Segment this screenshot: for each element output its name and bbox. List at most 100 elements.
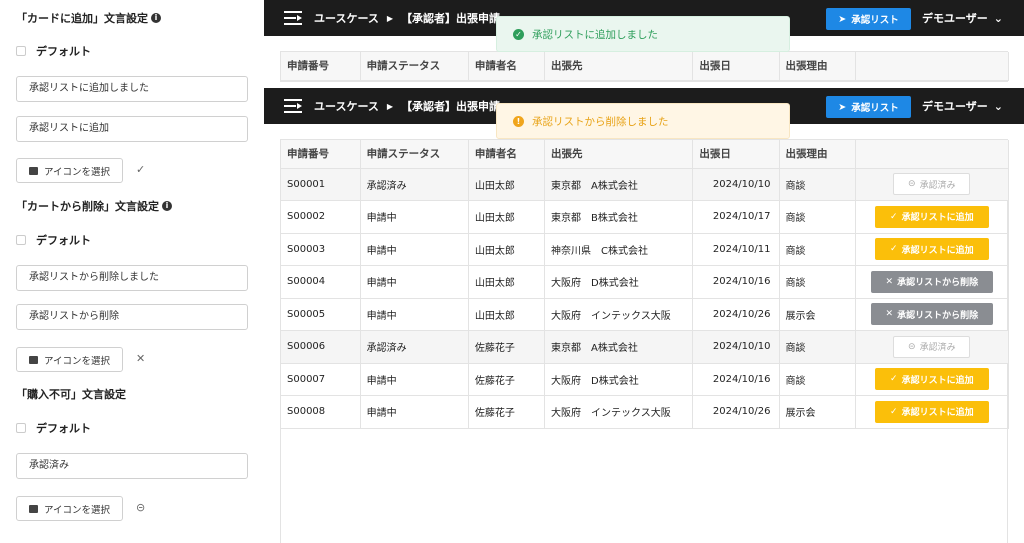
date-cell: 2024/10/26	[692, 298, 780, 331]
date-cell: 2024/10/10	[692, 168, 780, 201]
column-header: 出張理由	[779, 52, 856, 81]
add-to-list-button[interactable]: ✓ 承認リストに追加	[874, 238, 989, 261]
applicant-cell: 山田太郎	[468, 233, 546, 266]
info-icon[interactable]: i	[151, 13, 161, 23]
action-cell: ✓ 承認リストに追加	[855, 233, 1010, 266]
applicant-cell: 佐藤花子	[468, 330, 546, 364]
preview-panel-main: ユースケース ▶ 【承認者】出張申請 ➤ 承認リスト デモユーザー ⌄ 申請番号申請…	[264, 88, 1024, 543]
action-cell: ⊝ 承認済み	[855, 330, 1010, 364]
breadcrumb-current: 【承認者】出張申請	[401, 12, 501, 25]
destination-cell: 東京都 A株式会社	[544, 330, 694, 364]
table-row: S00005 申請中 山田太郎 大阪府 インテックス大阪 2024/10/26 展示会 ✕ 承…	[281, 298, 1010, 331]
info-icon[interactable]: i	[162, 201, 172, 211]
user-menu[interactable]: デモユーザー ⌄	[922, 88, 1003, 124]
reason-cell: 商談	[779, 233, 856, 266]
action-cell: ✕ 承認リストから削除	[855, 265, 1010, 299]
checkbox-icon[interactable]	[16, 423, 26, 433]
section-title-add: 「カードに追加」文言設定 i	[16, 10, 161, 26]
checkbox-icon[interactable]	[16, 46, 26, 56]
menu-icon[interactable]	[284, 11, 302, 25]
add-to-list-button[interactable]: ✓ 承認リストに追加	[874, 400, 989, 423]
image-icon	[28, 166, 38, 175]
column-header: 出張日	[692, 52, 780, 81]
section-title-text: 「カードに追加」文言設定	[16, 12, 148, 25]
approve-list-button[interactable]: ➤ 承認リスト	[826, 96, 911, 118]
approve-list-label: 承認リスト	[851, 15, 899, 26]
caret-right-icon: ▶	[386, 13, 394, 23]
select-icon-label: アイコンを選択	[43, 504, 111, 516]
request-id-cell: S00002	[281, 200, 361, 234]
minus-circle-icon: ⊝	[908, 341, 916, 352]
breadcrumb-current: 【承認者】出張申請	[401, 100, 501, 113]
reason-cell: 商談	[779, 265, 856, 299]
column-header: 出張日	[692, 140, 780, 169]
column-header: 申請番号	[281, 140, 361, 169]
check-icon: ✓	[890, 374, 898, 385]
date-cell: 2024/10/16	[692, 265, 780, 299]
status-cell: 申請中	[360, 395, 469, 429]
select-icon-label: アイコンを選択	[43, 355, 111, 367]
default-checkbox-remove[interactable]: デフォルト	[16, 232, 91, 248]
approved-button: ⊝ 承認済み	[893, 335, 971, 358]
menu-icon[interactable]	[284, 99, 302, 113]
reason-cell: 展示会	[779, 395, 856, 429]
table-row: S00008 申請中 佐藤花子 大阪府 インテックス大阪 2024/10/26 展示会 ✓ 承…	[281, 395, 1010, 429]
button-label-input[interactable]: 承認リストに追加	[16, 116, 248, 142]
add-to-list-button[interactable]: ✓ 承認リストに追加	[874, 205, 989, 228]
reason-cell: 商談	[779, 200, 856, 234]
action-label: 承認リストに追加	[901, 408, 974, 419]
reason-cell: 商談	[779, 330, 856, 364]
column-header: 出張先	[544, 140, 694, 169]
status-cell: 承認済み	[360, 168, 469, 201]
done-message-input[interactable]: 承認リストに追加しました	[16, 76, 248, 102]
minus-circle-icon: ⊝	[908, 179, 916, 190]
checkbox-icon[interactable]	[16, 235, 26, 245]
caret-right-icon: ▶	[386, 101, 394, 111]
done-message-input[interactable]: 承認リストから削除しました	[16, 265, 248, 291]
approve-list-button[interactable]: ➤ 承認リスト	[826, 8, 911, 30]
status-cell: 申請中	[360, 265, 469, 299]
breadcrumb-item[interactable]: ユースケース	[314, 10, 379, 26]
action-label: 承認リストから削除	[897, 278, 979, 289]
request-id-cell: S00003	[281, 233, 361, 266]
table-row: S00004 申請中 山田太郎 大阪府 D株式会社 2024/10/16 商談 ✕ 承認リスト…	[281, 265, 1010, 299]
default-checkbox-unavailable[interactable]: デフォルト	[16, 420, 91, 436]
add-to-list-button[interactable]: ✓ 承認リストに追加	[874, 368, 989, 391]
destination-cell: 大阪府 インテックス大阪	[544, 395, 694, 429]
preview-panel-top: ユースケース ▶ 【承認者】出張申請 ➤ 承認リスト デモユーザー ⌄ 申請番号 申請…	[264, 0, 1024, 88]
select-icon-button[interactable]: アイコンを選択	[16, 347, 123, 372]
select-icon-button[interactable]: アイコンを選択	[16, 158, 123, 183]
section-title-text: 「購入不可」文言設定	[16, 388, 126, 401]
checkbox-label: デフォルト	[36, 234, 91, 247]
date-cell: 2024/10/16	[692, 363, 780, 396]
action-cell: ✕ 承認リストから削除	[855, 298, 1010, 331]
close-icon: ✕	[885, 276, 894, 287]
remove-from-list-button[interactable]: ✕ 承認リストから削除	[870, 303, 993, 326]
select-icon-button[interactable]: アイコンを選択	[16, 496, 123, 521]
table-row: S00003 申請中 山田太郎 神奈川県 C株式会社 2024/10/11 商談 ✓ 承認リス…	[281, 233, 1010, 266]
approve-list-label: 承認リスト	[851, 103, 899, 114]
section-title-unavailable: 「購入不可」文言設定	[16, 386, 126, 402]
default-checkbox-add[interactable]: デフォルト	[16, 43, 91, 59]
applicant-cell: 山田太郎	[468, 265, 546, 299]
button-label-input[interactable]: 承認リストから削除	[16, 304, 248, 330]
breadcrumb-item[interactable]: ユースケース	[314, 98, 379, 114]
action-label: 承認リストから削除	[897, 310, 979, 321]
date-cell: 2024/10/10	[692, 330, 780, 364]
destination-cell: 大阪府 インテックス大阪	[544, 298, 694, 331]
action-cell: ⊝ 承認済み	[855, 168, 1010, 201]
close-icon: ✕	[885, 309, 894, 320]
request-id-cell: S00008	[281, 395, 361, 429]
reason-cell: 商談	[779, 168, 856, 201]
status-cell: 申請中	[360, 233, 469, 266]
request-id-cell: S00001	[281, 168, 361, 201]
check-circle-icon: ✓	[513, 28, 524, 40]
column-header: 出張理由	[779, 140, 856, 169]
unavailable-label-input[interactable]: 承認済み	[16, 453, 248, 479]
action-label: 承認リストに追加	[901, 245, 974, 256]
user-menu[interactable]: デモユーザー ⌄	[922, 0, 1003, 36]
remove-from-list-button[interactable]: ✕ 承認リストから削除	[870, 270, 993, 293]
column-header	[855, 52, 1010, 81]
check-icon: ✓	[890, 211, 898, 222]
column-header: 申請者名	[468, 52, 546, 81]
